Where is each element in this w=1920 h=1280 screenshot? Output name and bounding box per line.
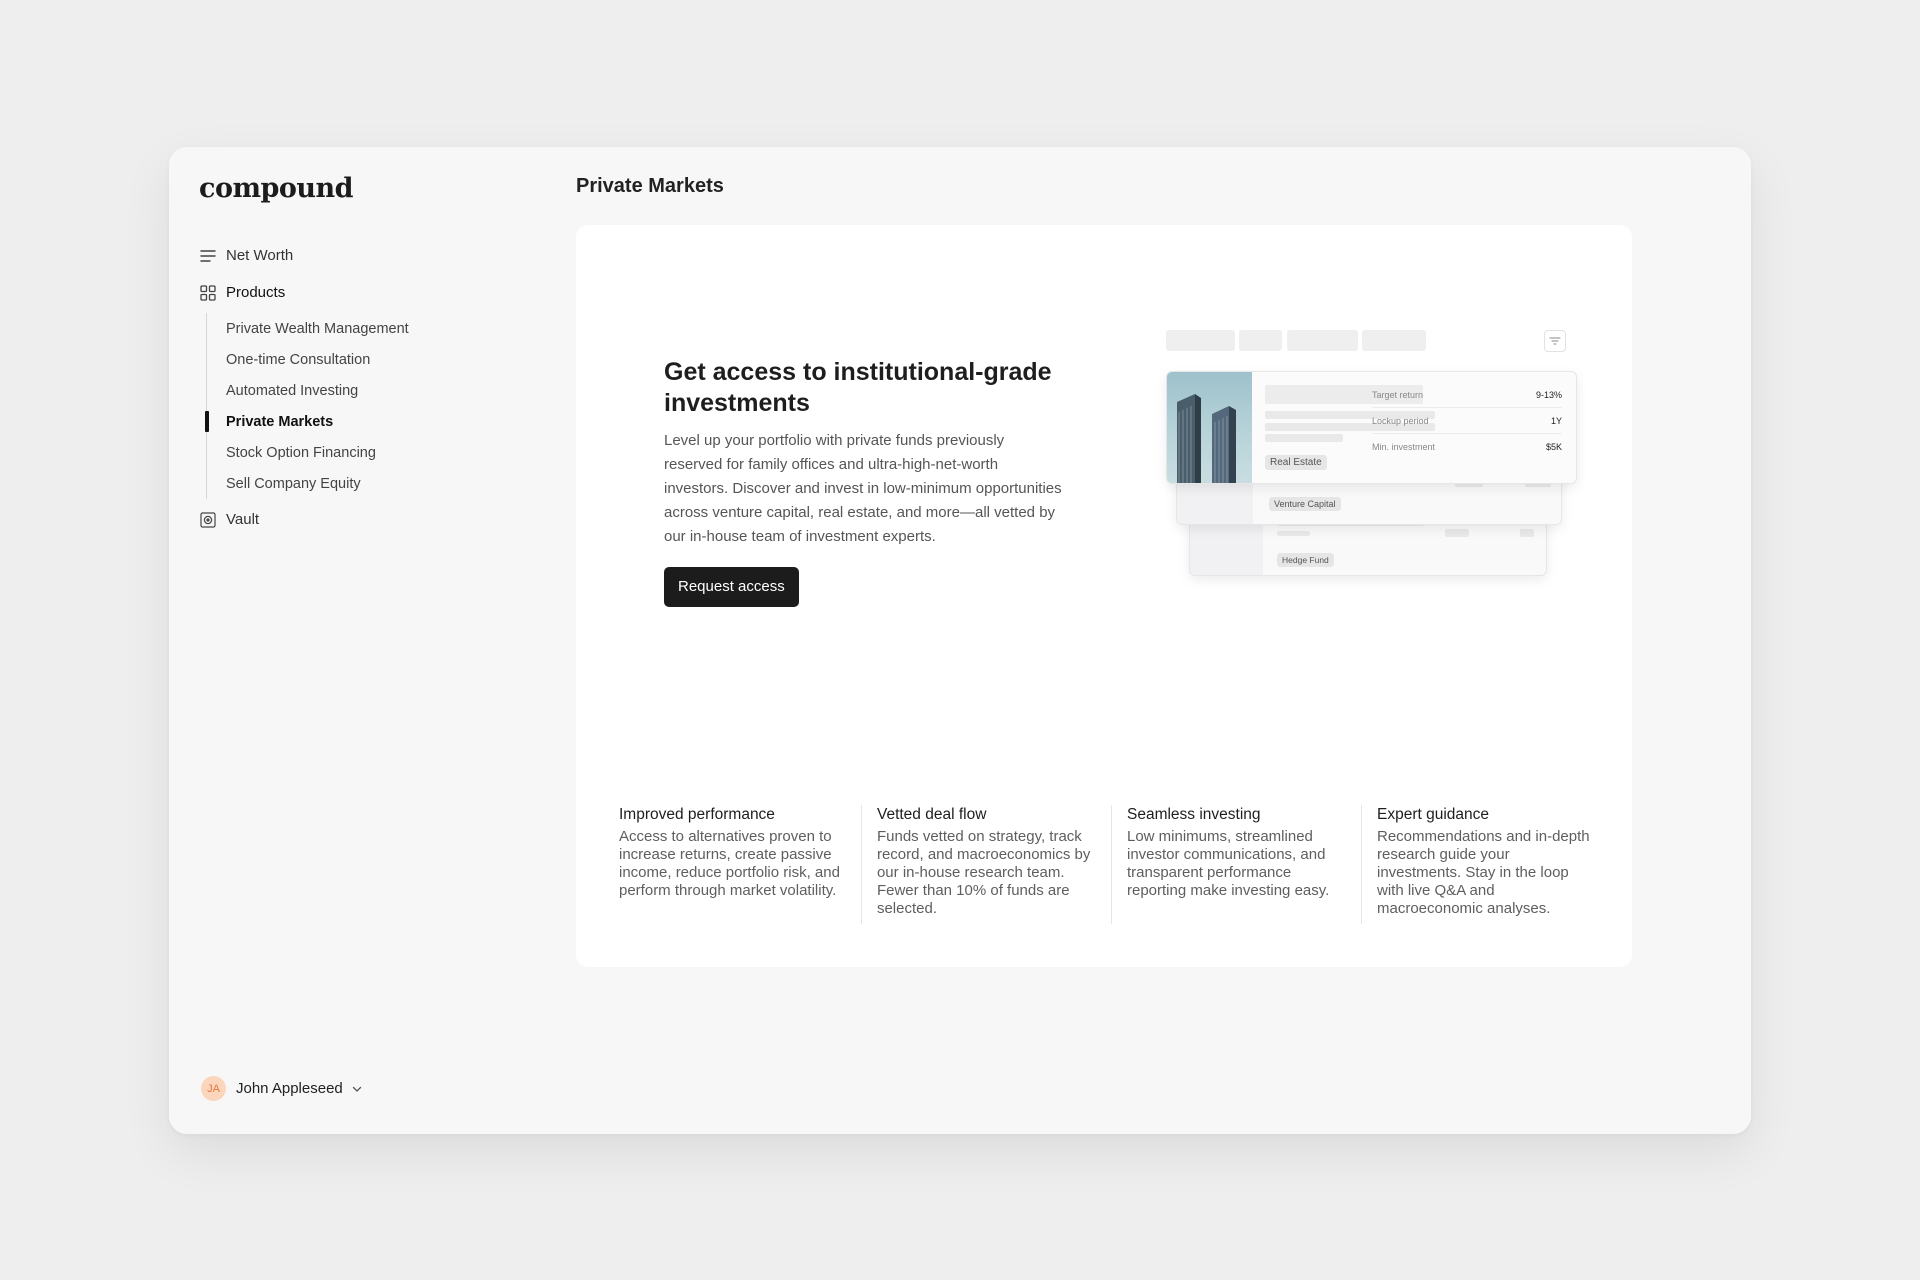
sidebar-item-sell-company-equity[interactable]: Sell Company Equity xyxy=(226,468,499,499)
hero-description: Level up your portfolio with private fun… xyxy=(664,432,1062,545)
sidebar-item-label: Products xyxy=(226,284,286,301)
fund-card: Real Estate Target return 9-13% Lockup p… xyxy=(1166,371,1577,484)
feature-title: Seamless investing xyxy=(1126,806,1261,823)
page-title: Private Markets xyxy=(576,175,724,197)
fund-type-tag: Hedge Fund xyxy=(1277,553,1334,567)
feature-description: Low minimums, streamlined investor commu… xyxy=(1126,828,1330,899)
fund-type-tag: Venture Capital xyxy=(1269,497,1341,511)
stat-row: Min. investment $5K xyxy=(1372,434,1562,460)
list-icon xyxy=(199,247,216,264)
stat-value: 9-13% xyxy=(1535,389,1562,400)
placeholder-bar xyxy=(1277,531,1310,536)
placeholder-bar xyxy=(1265,434,1343,442)
private-markets-card: Get access to institutional-grade invest… xyxy=(576,225,1632,967)
products-submenu: Private Wealth Management One-time Consu… xyxy=(205,313,499,499)
stat-label: Lockup period xyxy=(1372,415,1429,426)
sidebar-item-automated-investing[interactable]: Automated Investing xyxy=(226,375,499,406)
stat-row: Lockup period 1Y xyxy=(1372,408,1562,434)
feature-description: Funds vetted on strategy, track record, … xyxy=(876,828,1091,917)
sidebar-item-label: Net Worth xyxy=(226,247,294,264)
hero-heading: Get access to institutional-grade invest… xyxy=(664,358,1052,417)
chevron-down-icon xyxy=(352,1086,361,1092)
feature-item: Improved performance Access to alternati… xyxy=(611,805,861,924)
stat-label: Min. investment xyxy=(1372,442,1436,452)
hero-section: Get access to institutional-grade invest… xyxy=(664,357,1064,607)
sidebar-item-stock-option-financing[interactable]: Stock Option Financing xyxy=(226,437,499,468)
fund-card: Hedge Fund xyxy=(1189,516,1547,576)
feature-title: Vetted deal flow xyxy=(876,806,987,823)
grid-icon xyxy=(199,284,216,301)
logo[interactable]: compound xyxy=(199,173,354,204)
vault-icon xyxy=(199,511,216,528)
feature-item: Expert guidance Recommendations and in-d… xyxy=(1361,805,1611,924)
feature-title: Expert guidance xyxy=(1377,806,1490,823)
sidebar-item-private-markets[interactable]: Private Markets xyxy=(205,406,499,437)
features-row: Improved performance Access to alternati… xyxy=(611,805,1611,924)
placeholder-bar xyxy=(1445,529,1469,537)
stat-row: Target return 9-13% xyxy=(1372,382,1562,408)
feature-description: Access to alternatives proven to increas… xyxy=(619,828,840,899)
sidebar-item-net-worth[interactable]: Net Worth xyxy=(199,237,499,274)
filter-icon xyxy=(1544,330,1566,352)
user-name: John Appleseed xyxy=(236,1080,343,1097)
app-window: compound Net Worth Products Private Weal… xyxy=(169,147,1751,1134)
fund-thumbnail xyxy=(1190,517,1263,575)
fund-type-tag: Real Estate xyxy=(1265,455,1327,470)
tab-placeholder xyxy=(1287,330,1358,351)
sidebar-item-products[interactable]: Products xyxy=(199,274,499,311)
feature-description: Recommendations and in-depth research gu… xyxy=(1377,828,1590,917)
tab-placeholder xyxy=(1239,330,1282,351)
fund-list-illustration: Hedge Fund Venture Capital Real Estate T… xyxy=(1166,330,1578,620)
sidebar-item-one-time-consultation[interactable]: One-time Consultation xyxy=(226,344,499,375)
stat-label: Target return xyxy=(1372,389,1424,400)
feature-title: Improved performance xyxy=(619,806,775,823)
stat-value: $5K xyxy=(1545,442,1562,452)
sidebar-item-label: Vault xyxy=(226,511,260,528)
sidebar-item-private-wealth-management[interactable]: Private Wealth Management xyxy=(226,313,499,344)
sidebar-item-vault[interactable]: Vault xyxy=(199,501,499,538)
request-access-button[interactable]: Request access xyxy=(664,567,799,607)
building-image xyxy=(1167,372,1252,483)
avatar: JA xyxy=(201,1076,226,1101)
feature-item: Seamless investing Low minimums, streaml… xyxy=(1110,805,1361,924)
tab-placeholder xyxy=(1362,330,1426,351)
stat-value: 1Y xyxy=(1550,415,1562,426)
tab-placeholder xyxy=(1166,330,1235,351)
feature-item: Vetted deal flow Funds vetted on strateg… xyxy=(860,805,1111,924)
user-menu[interactable]: JA John Appleseed xyxy=(201,1076,363,1101)
sidebar-nav: Net Worth Products Private Wealth Manage… xyxy=(199,237,499,538)
placeholder-bar xyxy=(1520,529,1534,537)
